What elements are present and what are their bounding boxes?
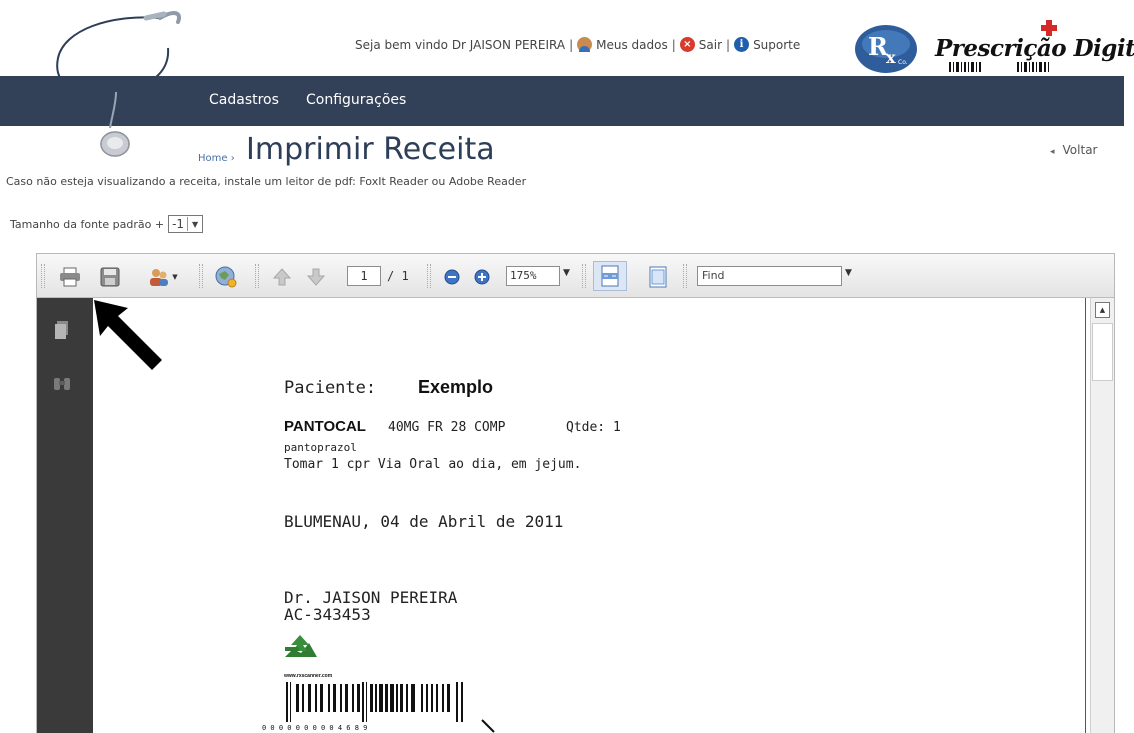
pdf-page xyxy=(93,298,1090,733)
back-label: Voltar xyxy=(1062,143,1098,157)
save-icon xyxy=(100,267,120,287)
doctor-registration: AC-343453 xyxy=(284,605,371,624)
page-number-input[interactable]: 1 xyxy=(347,266,381,286)
zoom-out-button[interactable] xyxy=(441,266,463,288)
my-data-link[interactable]: Meus dados xyxy=(596,38,668,52)
globe-button[interactable] xyxy=(213,266,239,288)
fit-page-button[interactable] xyxy=(647,266,669,288)
medication-name: PANTOCAL xyxy=(284,418,366,435)
users-icon xyxy=(150,269,169,286)
pdf-reader-instructions: Caso não esteja visualizando a receita, … xyxy=(6,175,527,188)
barcode-decoration xyxy=(949,62,1049,72)
fit-width-icon xyxy=(601,265,619,287)
pages-icon[interactable] xyxy=(52,320,72,340)
zoom-level-select[interactable]: 175% xyxy=(506,266,560,286)
font-size-select[interactable]: -1 ▼ xyxy=(168,215,204,233)
zoom-in-button[interactable] xyxy=(471,266,493,288)
arrow-down-icon xyxy=(307,268,325,286)
close-icon: × xyxy=(679,37,695,52)
back-link[interactable]: ◂ Voltar xyxy=(1050,143,1097,157)
page-title: Imprimir Receita xyxy=(246,132,495,167)
support-link[interactable]: Suporte xyxy=(753,38,800,52)
breadcrumb-home[interactable]: Home › xyxy=(198,153,235,164)
svg-text:Co.: Co. xyxy=(898,59,908,66)
toolbar-separator xyxy=(199,264,203,288)
separator: | xyxy=(671,37,676,52)
font-size-control: Tamanho da fonte padrão + -1 ▼ xyxy=(10,215,204,233)
back-arrow-icon: ◂ xyxy=(1050,147,1055,157)
scroll-up-button[interactable]: ▲ xyxy=(1095,302,1110,318)
globe-icon xyxy=(215,266,237,288)
stethoscope-overlay xyxy=(100,91,130,157)
medication-instructions: Tomar 1 cpr Via Oral ao dia, em jejum. xyxy=(284,457,582,472)
separator: | xyxy=(569,37,574,52)
prescription-barcode: 0 0 0 0 0 0 0 0 0 4 6 8 9 xyxy=(262,682,495,733)
print-button[interactable] xyxy=(57,266,83,288)
previous-page-button[interactable] xyxy=(271,266,293,288)
font-size-label: Tamanho da fonte padrão + xyxy=(10,217,165,231)
page-edge xyxy=(1085,298,1086,733)
patient-name: Exemplo xyxy=(418,377,494,397)
chevron-down-icon: ▼ xyxy=(172,273,178,281)
user-greeting-bar: Seja bem vindo Dr JAISON PEREIRA | Meus … xyxy=(355,37,800,52)
logout-link[interactable]: Sair xyxy=(699,38,722,52)
medication-quantity: Qtde: 1 xyxy=(566,420,621,435)
nav-item-configuracoes[interactable]: Configurações xyxy=(306,92,406,108)
barcode-digits: 0 0 0 0 0 0 0 0 0 4 6 8 9 xyxy=(262,724,367,732)
user-icon xyxy=(577,37,593,52)
barcode-url: www.rxscanner.com xyxy=(284,673,333,679)
share-button[interactable]: ▼ xyxy=(145,266,181,288)
chevron-down-icon[interactable]: ▼ xyxy=(563,268,570,278)
viewer-side-panel xyxy=(37,298,93,733)
greeting-text: Seja bem vindo Dr JAISON PEREIRA xyxy=(355,37,566,52)
font-size-value: -1 xyxy=(169,217,189,231)
zoom-out-icon xyxy=(444,269,460,285)
info-icon: i xyxy=(734,37,750,52)
print-icon xyxy=(60,267,80,287)
brand-logo: Prescrição Digital xyxy=(935,20,1134,80)
save-button[interactable] xyxy=(97,266,123,288)
next-page-button[interactable] xyxy=(305,266,327,288)
fit-width-button[interactable] xyxy=(593,261,627,291)
medication-dose: 40MG FR 28 COMP xyxy=(388,420,506,435)
chevron-down-icon: ▼ xyxy=(191,219,199,229)
arrow-up-icon xyxy=(273,268,291,286)
annotation-arrow-icon xyxy=(94,300,162,370)
brand-name: Prescrição Digital xyxy=(935,35,1134,62)
find-input[interactable]: Find xyxy=(697,266,842,286)
toolbar-separator xyxy=(683,264,687,288)
chevron-down-icon[interactable]: ▼ xyxy=(845,268,852,278)
pdf-toolbar: ▼ 1 / 1 175% ▼ Find ▼ xyxy=(37,254,1114,298)
separator: | xyxy=(726,37,731,52)
pdf-viewer: ▼ 1 / 1 175% ▼ Find ▼ ▲ xyxy=(36,253,1115,733)
toolbar-separator xyxy=(427,264,431,288)
vertical-scrollbar[interactable]: ▲ xyxy=(1090,298,1114,733)
scroll-thumb[interactable] xyxy=(1092,323,1113,381)
rx-logo: R x Co. xyxy=(855,25,917,73)
patient-label: Paciente: xyxy=(284,378,377,398)
binoculars-icon[interactable] xyxy=(52,374,72,394)
toolbar-separator xyxy=(255,264,259,288)
fit-page-icon xyxy=(649,266,667,288)
place-date: BLUMENAU, 04 de Abril de 2011 xyxy=(284,512,564,531)
page-total: / 1 xyxy=(387,269,409,283)
medical-cross-icon xyxy=(1041,20,1057,36)
toolbar-separator xyxy=(582,264,586,288)
zoom-in-icon xyxy=(474,269,490,285)
toolbar-separator xyxy=(41,264,45,288)
tree-logo-icon xyxy=(285,635,317,657)
svg-text:x: x xyxy=(886,48,896,67)
medication-generic: pantoprazol xyxy=(284,441,357,454)
